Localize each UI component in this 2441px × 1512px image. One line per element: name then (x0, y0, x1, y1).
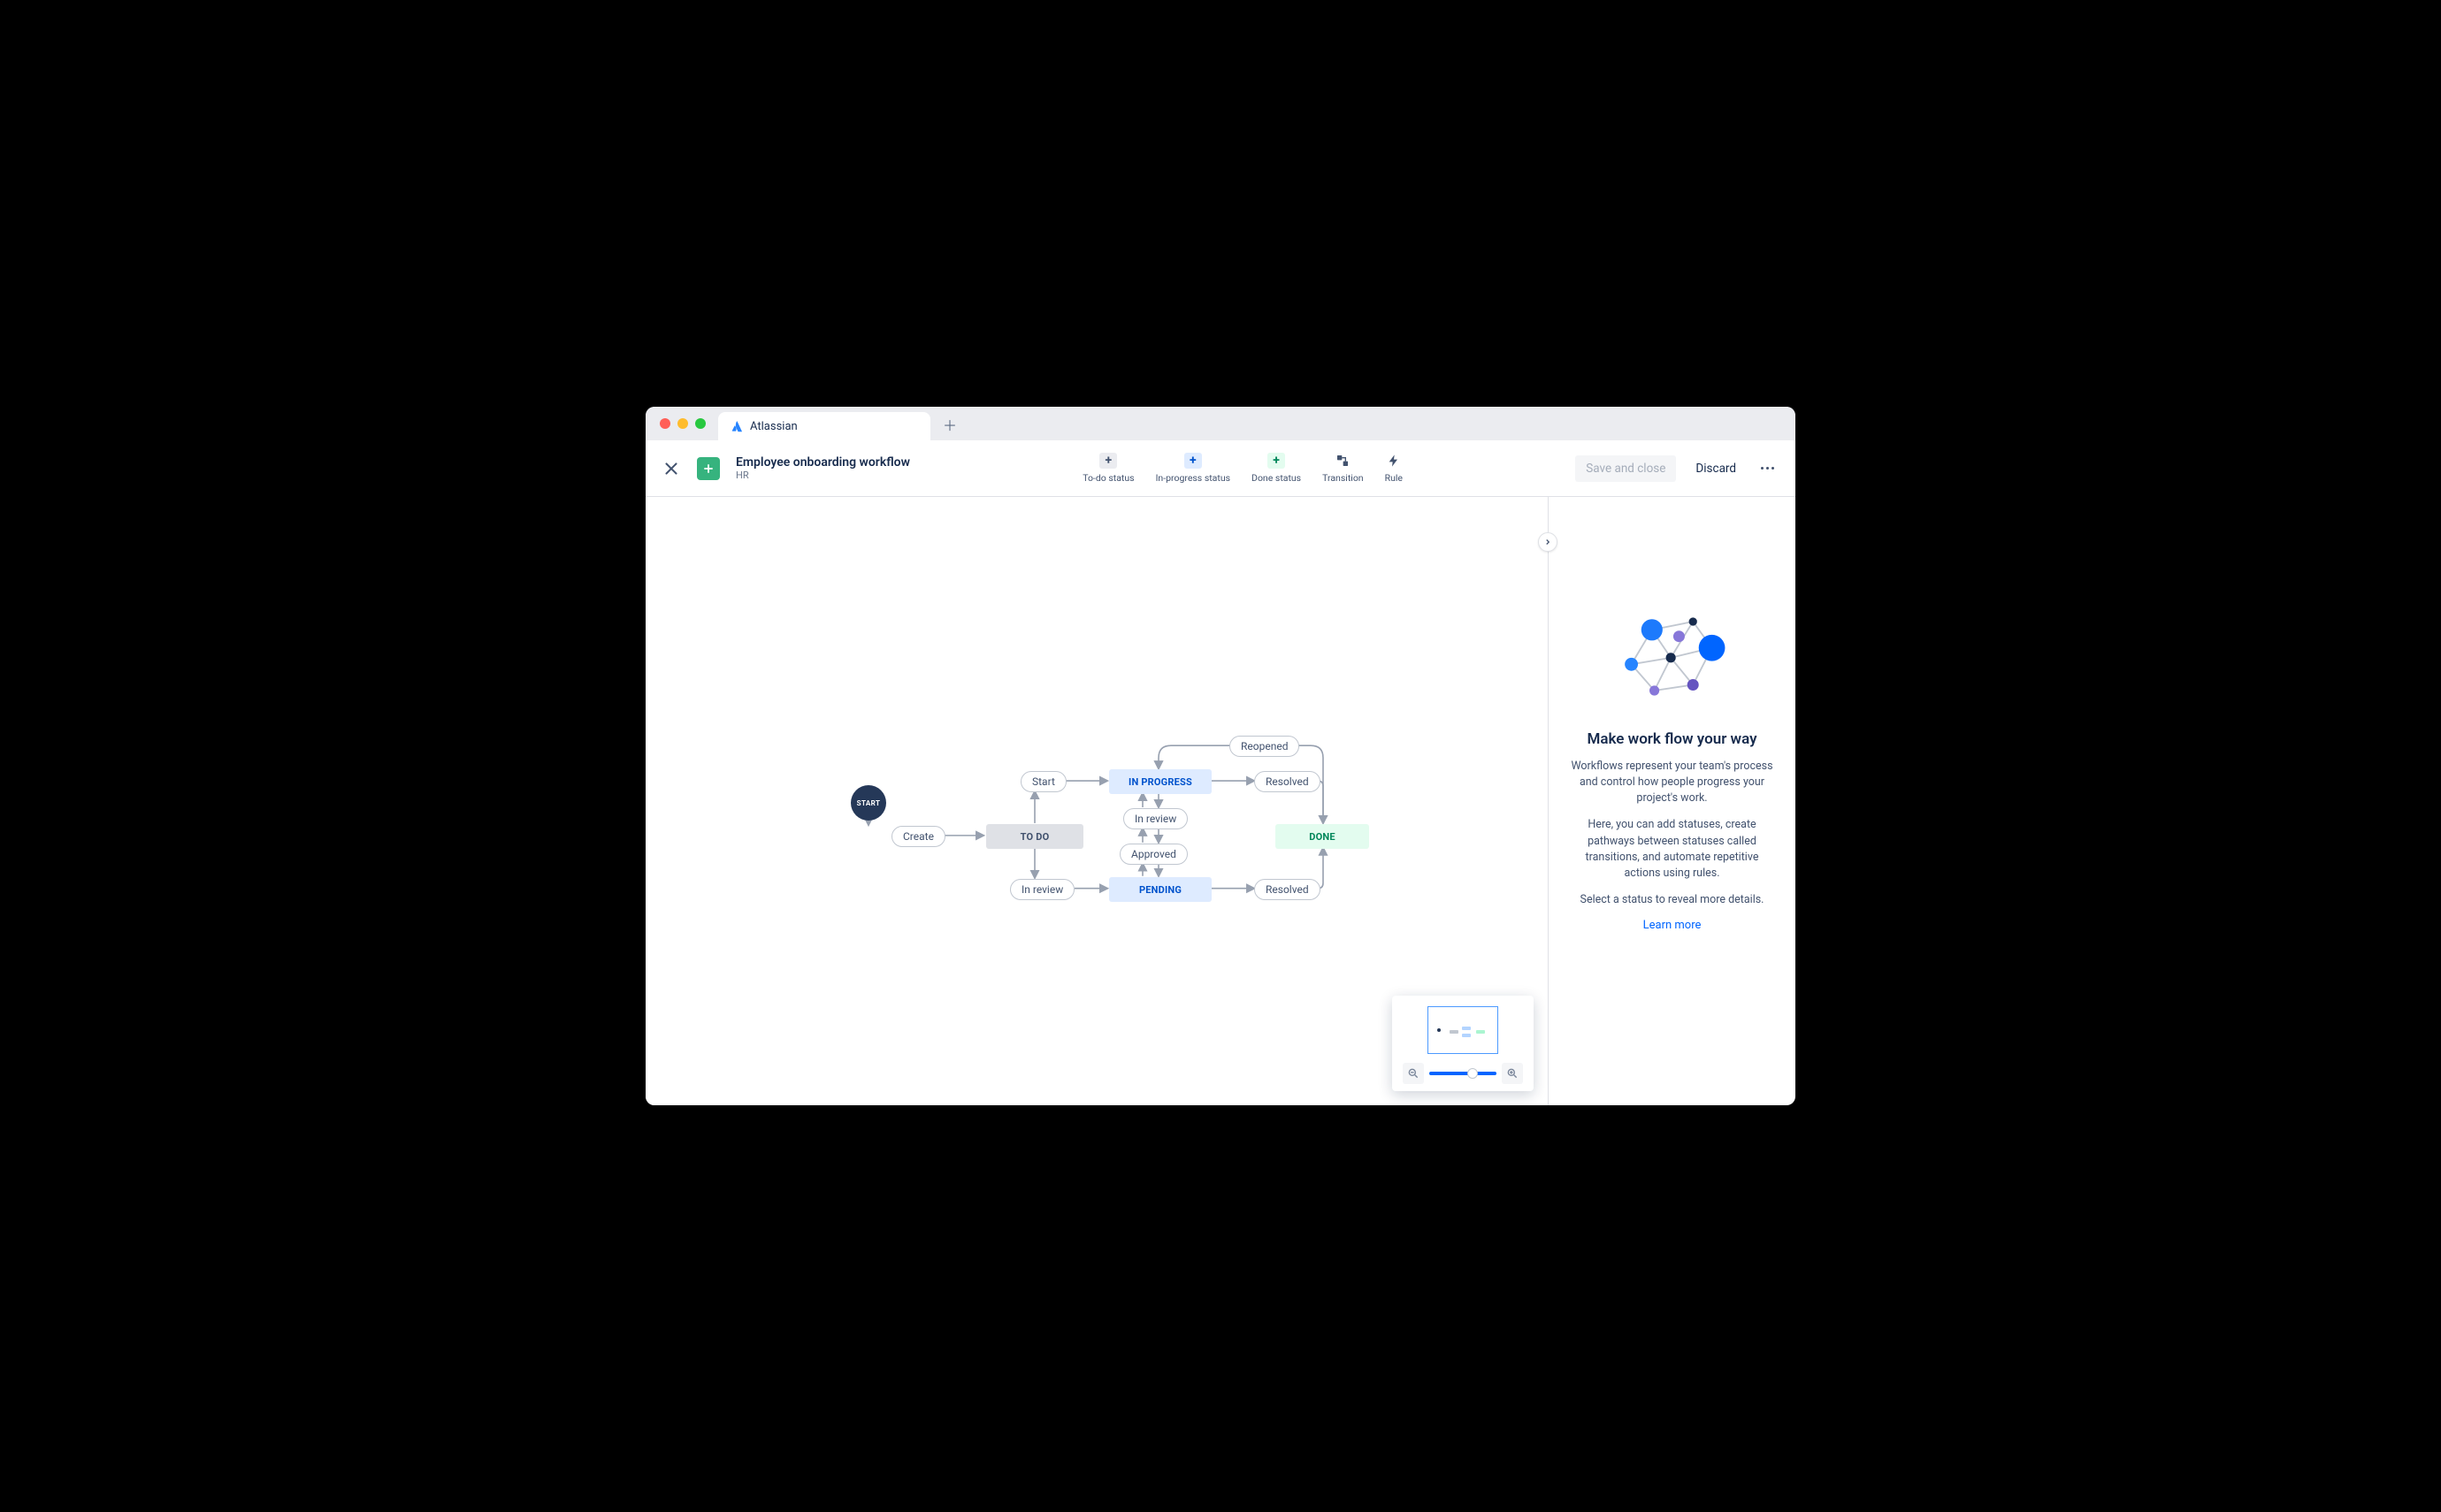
panel-paragraph-1: Workflows represent your team's process … (1566, 759, 1778, 806)
plus-icon: + (1184, 453, 1202, 469)
title-block: Employee onboarding workflow HR (736, 455, 910, 482)
tool-label: Done status (1251, 472, 1301, 484)
minimize-window-button[interactable] (677, 418, 688, 429)
discard-button[interactable]: Discard (1685, 455, 1747, 482)
browser-tab[interactable]: Atlassian (718, 412, 930, 440)
panel-paragraph-2: Here, you can add statuses, create pathw… (1566, 817, 1778, 882)
add-transition-button[interactable]: Transition (1322, 453, 1364, 484)
app-window: Atlassian ＋ Employee onboarding workflow… (646, 407, 1795, 1105)
workflow-illustration (1615, 603, 1730, 709)
status-pending[interactable]: PENDING (1109, 877, 1212, 902)
close-window-button[interactable] (660, 418, 670, 429)
main-area: START Create TO DO Start IN PROGRESS In … (646, 497, 1795, 1105)
zoom-out-button[interactable] (1403, 1063, 1424, 1084)
editor-header: Employee onboarding workflow HR + To-do … (646, 440, 1795, 497)
transition-in-review-left[interactable]: In review (1010, 879, 1075, 900)
minimap (1392, 996, 1534, 1091)
plus-icon: + (1099, 453, 1117, 469)
window-controls (654, 407, 715, 440)
status-in-progress[interactable]: IN PROGRESS (1109, 769, 1212, 794)
transition-icon (1334, 453, 1351, 469)
more-actions-button[interactable] (1756, 462, 1779, 475)
transition-resolved-bottom[interactable]: Resolved (1254, 879, 1320, 900)
browser-tabbar: Atlassian ＋ (646, 407, 1795, 440)
start-node[interactable]: START (851, 785, 886, 821)
panel-paragraph-3: Select a status to reveal more details. (1580, 892, 1764, 908)
add-inprogress-status-button[interactable]: + In-progress status (1156, 453, 1230, 484)
learn-more-link[interactable]: Learn more (1643, 919, 1702, 932)
tab-title: Atlassian (750, 420, 798, 433)
transition-reopened[interactable]: Reopened (1229, 736, 1299, 757)
close-editor-button[interactable] (662, 459, 681, 478)
plus-icon: + (1267, 453, 1285, 469)
transition-approved[interactable]: Approved (1120, 844, 1188, 865)
atlassian-logo-icon (731, 420, 743, 432)
workflow-title: Employee onboarding workflow (736, 455, 910, 470)
panel-heading: Make work flow your way (1587, 730, 1756, 748)
transition-resolved-top[interactable]: Resolved (1254, 771, 1320, 792)
tool-label: In-progress status (1156, 472, 1230, 484)
zoom-controls (1403, 1063, 1523, 1084)
new-tab-button[interactable]: ＋ (937, 412, 962, 437)
minimap-viewport[interactable] (1427, 1006, 1498, 1054)
maximize-window-button[interactable] (695, 418, 706, 429)
add-done-status-button[interactable]: + Done status (1251, 453, 1301, 484)
add-rule-button[interactable]: Rule (1385, 453, 1403, 484)
project-name: HR (736, 470, 910, 481)
workflow-canvas[interactable]: START Create TO DO Start IN PROGRESS In … (646, 497, 1548, 1105)
zoom-in-button[interactable] (1502, 1063, 1523, 1084)
status-todo[interactable]: TO DO (986, 824, 1083, 849)
lightning-icon (1385, 453, 1403, 469)
tool-label: To-do status (1083, 472, 1134, 484)
transition-create[interactable]: Create (891, 826, 945, 847)
tool-label: Transition (1322, 472, 1364, 484)
collapse-panel-button[interactable] (1538, 532, 1557, 552)
add-todo-status-button[interactable]: + To-do status (1083, 453, 1134, 484)
header-actions: Save and close Discard (1575, 455, 1779, 482)
tool-label: Rule (1385, 472, 1403, 484)
transition-start[interactable]: Start (1021, 771, 1067, 792)
zoom-slider[interactable] (1429, 1072, 1496, 1075)
status-done[interactable]: DONE (1275, 824, 1369, 849)
transition-in-review[interactable]: In review (1123, 808, 1188, 829)
project-icon (697, 457, 720, 480)
info-panel: Make work flow your way Workflows repres… (1548, 497, 1795, 1105)
toolbar: + To-do status + In-progress status + Do… (926, 453, 1559, 484)
save-and-close-button[interactable]: Save and close (1575, 455, 1676, 482)
